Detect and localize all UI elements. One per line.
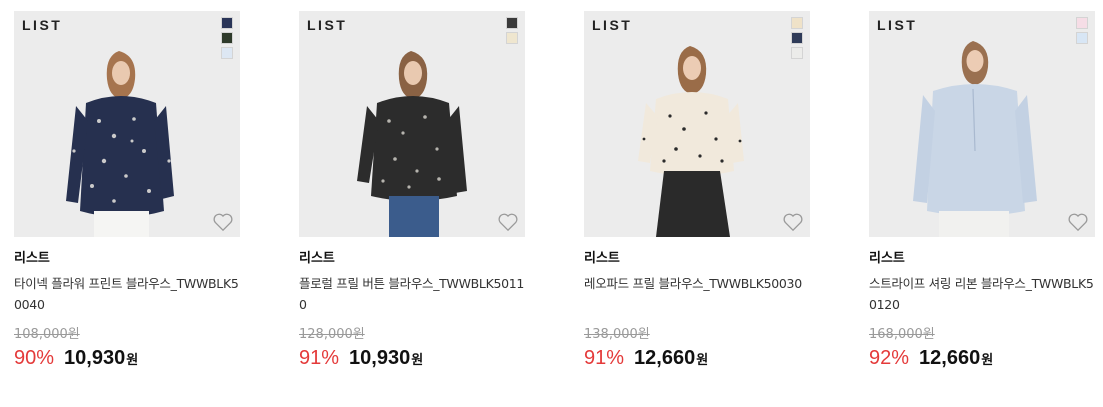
brand-name[interactable]: 리스트 xyxy=(584,250,810,268)
original-price: 138,000원 xyxy=(584,327,650,342)
color-swatch[interactable] xyxy=(221,32,233,44)
discount-rate: 91% xyxy=(299,347,340,369)
price-row: 91% 10,930 원 xyxy=(299,347,525,373)
brand-name[interactable]: 리스트 xyxy=(14,250,240,268)
heart-outline-icon[interactable] xyxy=(497,212,519,232)
product-grid: LIST 리스트 타이넥 플라워 프린트 블라우스_TWWBLK50040 10… xyxy=(0,0,1103,407)
product-image[interactable]: LIST xyxy=(299,11,525,237)
brand-logo: LIST xyxy=(22,17,63,33)
color-swatches xyxy=(791,17,803,59)
heart-outline-icon[interactable] xyxy=(1067,212,1089,232)
currency-unit: 원 xyxy=(411,353,424,368)
color-swatches xyxy=(506,17,518,44)
color-swatch[interactable] xyxy=(1076,17,1088,29)
product-card[interactable]: LIST 리스트 타이넥 플라워 프린트 블라우스_TWWBLK50040 10… xyxy=(14,11,240,373)
sale-price: 10,930 xyxy=(349,347,411,369)
product-title[interactable]: 플로럴 프릴 버튼 블라우스_TWWBLK50110 xyxy=(299,273,525,315)
model-photo xyxy=(14,11,240,237)
sale-price: 12,660 xyxy=(919,347,981,369)
price-row: 92% 12,660 원 xyxy=(869,347,1095,373)
currency-unit: 원 xyxy=(981,353,994,368)
heart-outline-icon[interactable] xyxy=(782,212,804,232)
product-image[interactable]: LIST xyxy=(869,11,1095,237)
product-title[interactable]: 레오파드 프릴 블라우스_TWWBLK50030 xyxy=(584,273,810,315)
color-swatches xyxy=(1076,17,1088,44)
product-title[interactable]: 타이넥 플라워 프린트 블라우스_TWWBLK50040 xyxy=(14,273,240,315)
color-swatch[interactable] xyxy=(791,17,803,29)
price-row: 90% 10,930 원 xyxy=(14,347,240,373)
product-image[interactable]: LIST xyxy=(584,11,810,237)
price-row: 91% 12,660 원 xyxy=(584,347,810,373)
original-price: 168,000원 xyxy=(869,327,935,342)
color-swatch[interactable] xyxy=(1076,32,1088,44)
color-swatches xyxy=(221,17,233,59)
color-swatch[interactable] xyxy=(791,47,803,59)
currency-unit: 원 xyxy=(126,353,139,368)
discount-rate: 90% xyxy=(14,347,55,369)
color-swatch[interactable] xyxy=(791,32,803,44)
model-photo xyxy=(299,11,525,237)
brand-logo: LIST xyxy=(307,17,348,33)
color-swatch[interactable] xyxy=(506,17,518,29)
sale-price: 12,660 xyxy=(634,347,696,369)
product-title[interactable]: 스트라이프 셔링 리본 블라우스_TWWBLK50120 xyxy=(869,273,1095,315)
product-card[interactable]: LIST 리스트 스트라이프 셔링 리본 블라우스_TWWBLK50120 16… xyxy=(869,11,1095,373)
product-card[interactable]: LIST 리스트 레오파드 프릴 블라우스_TWWBLK50030 138,00… xyxy=(584,11,810,373)
discount-rate: 92% xyxy=(869,347,910,369)
product-image[interactable]: LIST xyxy=(14,11,240,237)
brand-logo: LIST xyxy=(592,17,633,33)
brand-logo: LIST xyxy=(877,17,918,33)
brand-name[interactable]: 리스트 xyxy=(869,250,1095,268)
sale-price: 10,930 xyxy=(64,347,126,369)
original-price: 108,000원 xyxy=(14,327,80,342)
heart-outline-icon[interactable] xyxy=(212,212,234,232)
original-price: 128,000원 xyxy=(299,327,365,342)
product-card[interactable]: LIST 리스트 플로럴 프릴 버튼 블라우스_TWWBLK50110 128,… xyxy=(299,11,525,373)
model-photo xyxy=(869,11,1095,237)
discount-rate: 91% xyxy=(584,347,625,369)
color-swatch[interactable] xyxy=(506,32,518,44)
currency-unit: 원 xyxy=(696,353,709,368)
color-swatch[interactable] xyxy=(221,17,233,29)
brand-name[interactable]: 리스트 xyxy=(299,250,525,268)
model-photo xyxy=(584,11,810,237)
color-swatch[interactable] xyxy=(221,47,233,59)
